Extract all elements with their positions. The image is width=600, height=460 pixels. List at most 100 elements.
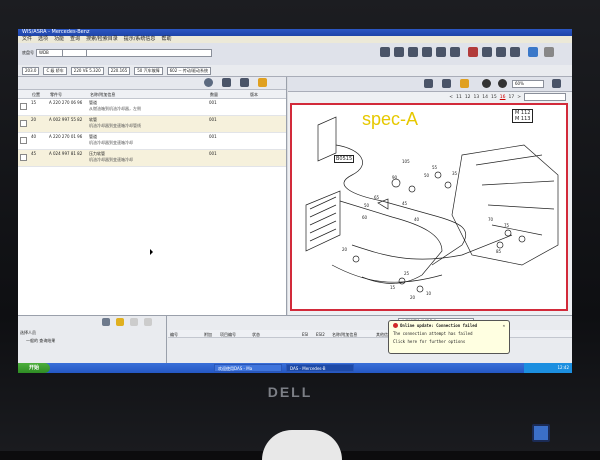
col-extra[interactable]: 附加 (202, 330, 218, 337)
callout[interactable]: 10 (426, 291, 431, 296)
col-esi2[interactable]: ESI2 (314, 330, 330, 337)
key-icon[interactable] (408, 47, 418, 57)
table-row[interactable]: 40 A 220 270 01 96 管道 机油冷却器到变速箱冷却 001 (18, 133, 286, 150)
callout[interactable]: 20 (410, 295, 415, 300)
callout[interactable]: 55 (432, 165, 437, 170)
zoom-select[interactable]: 60% (512, 80, 544, 88)
menu-item-file[interactable]: 文件 (22, 36, 32, 43)
filter-model[interactable]: 203.0 (22, 66, 40, 75)
selection-item[interactable]: 一般的 查询结果 (26, 338, 55, 344)
glasses-icon[interactable] (482, 47, 492, 57)
folder-icon[interactable] (116, 318, 124, 326)
callout[interactable]: 25 (404, 271, 409, 276)
update-notification[interactable]: Online update: Connection failed ✕ The c… (388, 320, 510, 354)
callout[interactable]: 20 (342, 247, 347, 252)
menu-item-help[interactable]: 帮助 (161, 36, 171, 43)
page-link[interactable]: 14 (482, 95, 488, 100)
page-current[interactable]: 16 (500, 95, 506, 100)
col-number[interactable]: 编号 (168, 330, 202, 337)
row-checkbox[interactable] (20, 103, 27, 110)
col-desc[interactable]: 名称/附加信息 (330, 330, 374, 337)
page-link[interactable]: 13 (474, 95, 480, 100)
save-icon[interactable] (130, 318, 138, 326)
filter-engine[interactable]: 220 VE 5.320 (70, 66, 104, 75)
col-part[interactable]: 零件号 (48, 90, 88, 98)
taskbar-item-active[interactable]: DAS - Mercedes-B (286, 364, 354, 372)
taskbar-item[interactable]: 欢迎使用DAS - Ma (214, 364, 282, 372)
col-qty[interactable]: 数量 (208, 90, 248, 98)
table-row[interactable]: 20 A 002 997 55 82 软管 机油冷却器到变速箱冷却管线 001 (18, 116, 286, 133)
callout[interactable]: 75 (504, 223, 509, 228)
col-version[interactable]: 版本 (248, 90, 278, 98)
star-diagram-icon[interactable] (460, 79, 469, 88)
vin-input[interactable] (62, 49, 88, 57)
page-next[interactable]: > (517, 95, 521, 100)
menu-item-function[interactable]: 功能 (54, 36, 64, 43)
page-link[interactable]: 15 (491, 95, 497, 100)
col-status[interactable]: 状态 (250, 330, 300, 337)
callout[interactable]: 90 (392, 175, 397, 180)
col-item[interactable]: 项目编号 (218, 330, 250, 337)
star-icon[interactable] (258, 78, 267, 87)
callout[interactable]: 50 (364, 203, 369, 208)
callout[interactable]: 65 (374, 195, 379, 200)
home-icon[interactable] (380, 47, 390, 57)
callout[interactable]: 45 (402, 201, 407, 206)
ticket-icon[interactable] (496, 47, 506, 57)
callout[interactable]: 40 (414, 217, 419, 222)
new-icon[interactable] (102, 318, 110, 326)
page-link[interactable]: 17 (508, 95, 514, 100)
page-prev[interactable]: < (449, 95, 453, 100)
menu-item-search[interactable]: 搜索/检索目录 (86, 36, 118, 43)
book-icon[interactable] (510, 47, 520, 57)
col-name[interactable]: 名称/附加信息 (88, 90, 208, 98)
callout[interactable]: 15 (390, 285, 395, 290)
filter-group[interactable]: 50 汽车故障 (134, 66, 163, 75)
search-input[interactable] (86, 49, 212, 57)
steering-icon[interactable] (204, 78, 213, 87)
row-checkbox[interactable] (20, 120, 27, 127)
edit-icon[interactable] (240, 78, 249, 87)
window-icon[interactable] (528, 47, 538, 57)
add-icon[interactable] (222, 78, 231, 87)
menu-item-options[interactable]: 选项 (38, 36, 48, 43)
close-icon[interactable] (544, 47, 554, 57)
col-esi[interactable]: ESI (300, 330, 314, 337)
col-pos[interactable]: 位置 (30, 90, 48, 98)
callout[interactable]: 50 (424, 173, 429, 178)
filter-icon[interactable] (422, 47, 432, 57)
callout[interactable]: 70 (488, 217, 493, 222)
menu-item-query[interactable]: 查询 (70, 36, 80, 43)
edit-diagram-icon[interactable] (442, 79, 451, 88)
menu-item-info[interactable]: 提示/系统信息 (124, 36, 156, 43)
callout[interactable]: 105 (402, 159, 410, 164)
print-diagram-icon[interactable] (424, 79, 433, 88)
callout[interactable]: 35 (452, 171, 457, 176)
fit-page-icon[interactable] (552, 79, 561, 88)
parts-diagram[interactable]: spec-A B0515 M 112 M 113 105 90 55 50 65… (290, 103, 568, 311)
notification-text: The connection attempt has failed (393, 331, 473, 336)
close-notification-icon[interactable]: ✕ (503, 323, 505, 328)
print-icon[interactable] (450, 47, 460, 57)
start-button[interactable]: 开始 (18, 363, 50, 373)
table-row[interactable]: 45 A 024 997 81 82 压力软管 机油冷却器到变速箱冷却 001 (18, 150, 286, 167)
filter-code[interactable]: 220.165 (107, 66, 131, 75)
table-row[interactable]: 15 A 220 270 06 96 管道 从燃油箱到机油冷却器，左侧 001 (18, 99, 286, 116)
delete-icon[interactable] (144, 318, 152, 326)
callout[interactable]: 85 (496, 249, 501, 254)
chassis-input[interactable]: WDB (36, 49, 64, 57)
row-checkbox[interactable] (20, 154, 27, 161)
tool-icon[interactable] (394, 47, 404, 57)
filter-subgroup[interactable]: 602 -- 传动/驱动系统 (166, 66, 212, 75)
info-icon[interactable] (436, 47, 446, 57)
filter-class[interactable]: C 级 轿车 (43, 66, 67, 75)
zoom-out-icon[interactable] (498, 79, 507, 88)
callout[interactable]: 60 (362, 215, 367, 220)
row-checkbox[interactable] (20, 137, 27, 144)
eraser-icon[interactable] (468, 47, 478, 57)
page-code-field[interactable] (524, 93, 566, 101)
page-link[interactable]: 11 (456, 95, 462, 100)
notification-link[interactable]: Click here for further options (393, 339, 505, 344)
page-link[interactable]: 12 (465, 95, 471, 100)
zoom-in-icon[interactable] (482, 79, 491, 88)
